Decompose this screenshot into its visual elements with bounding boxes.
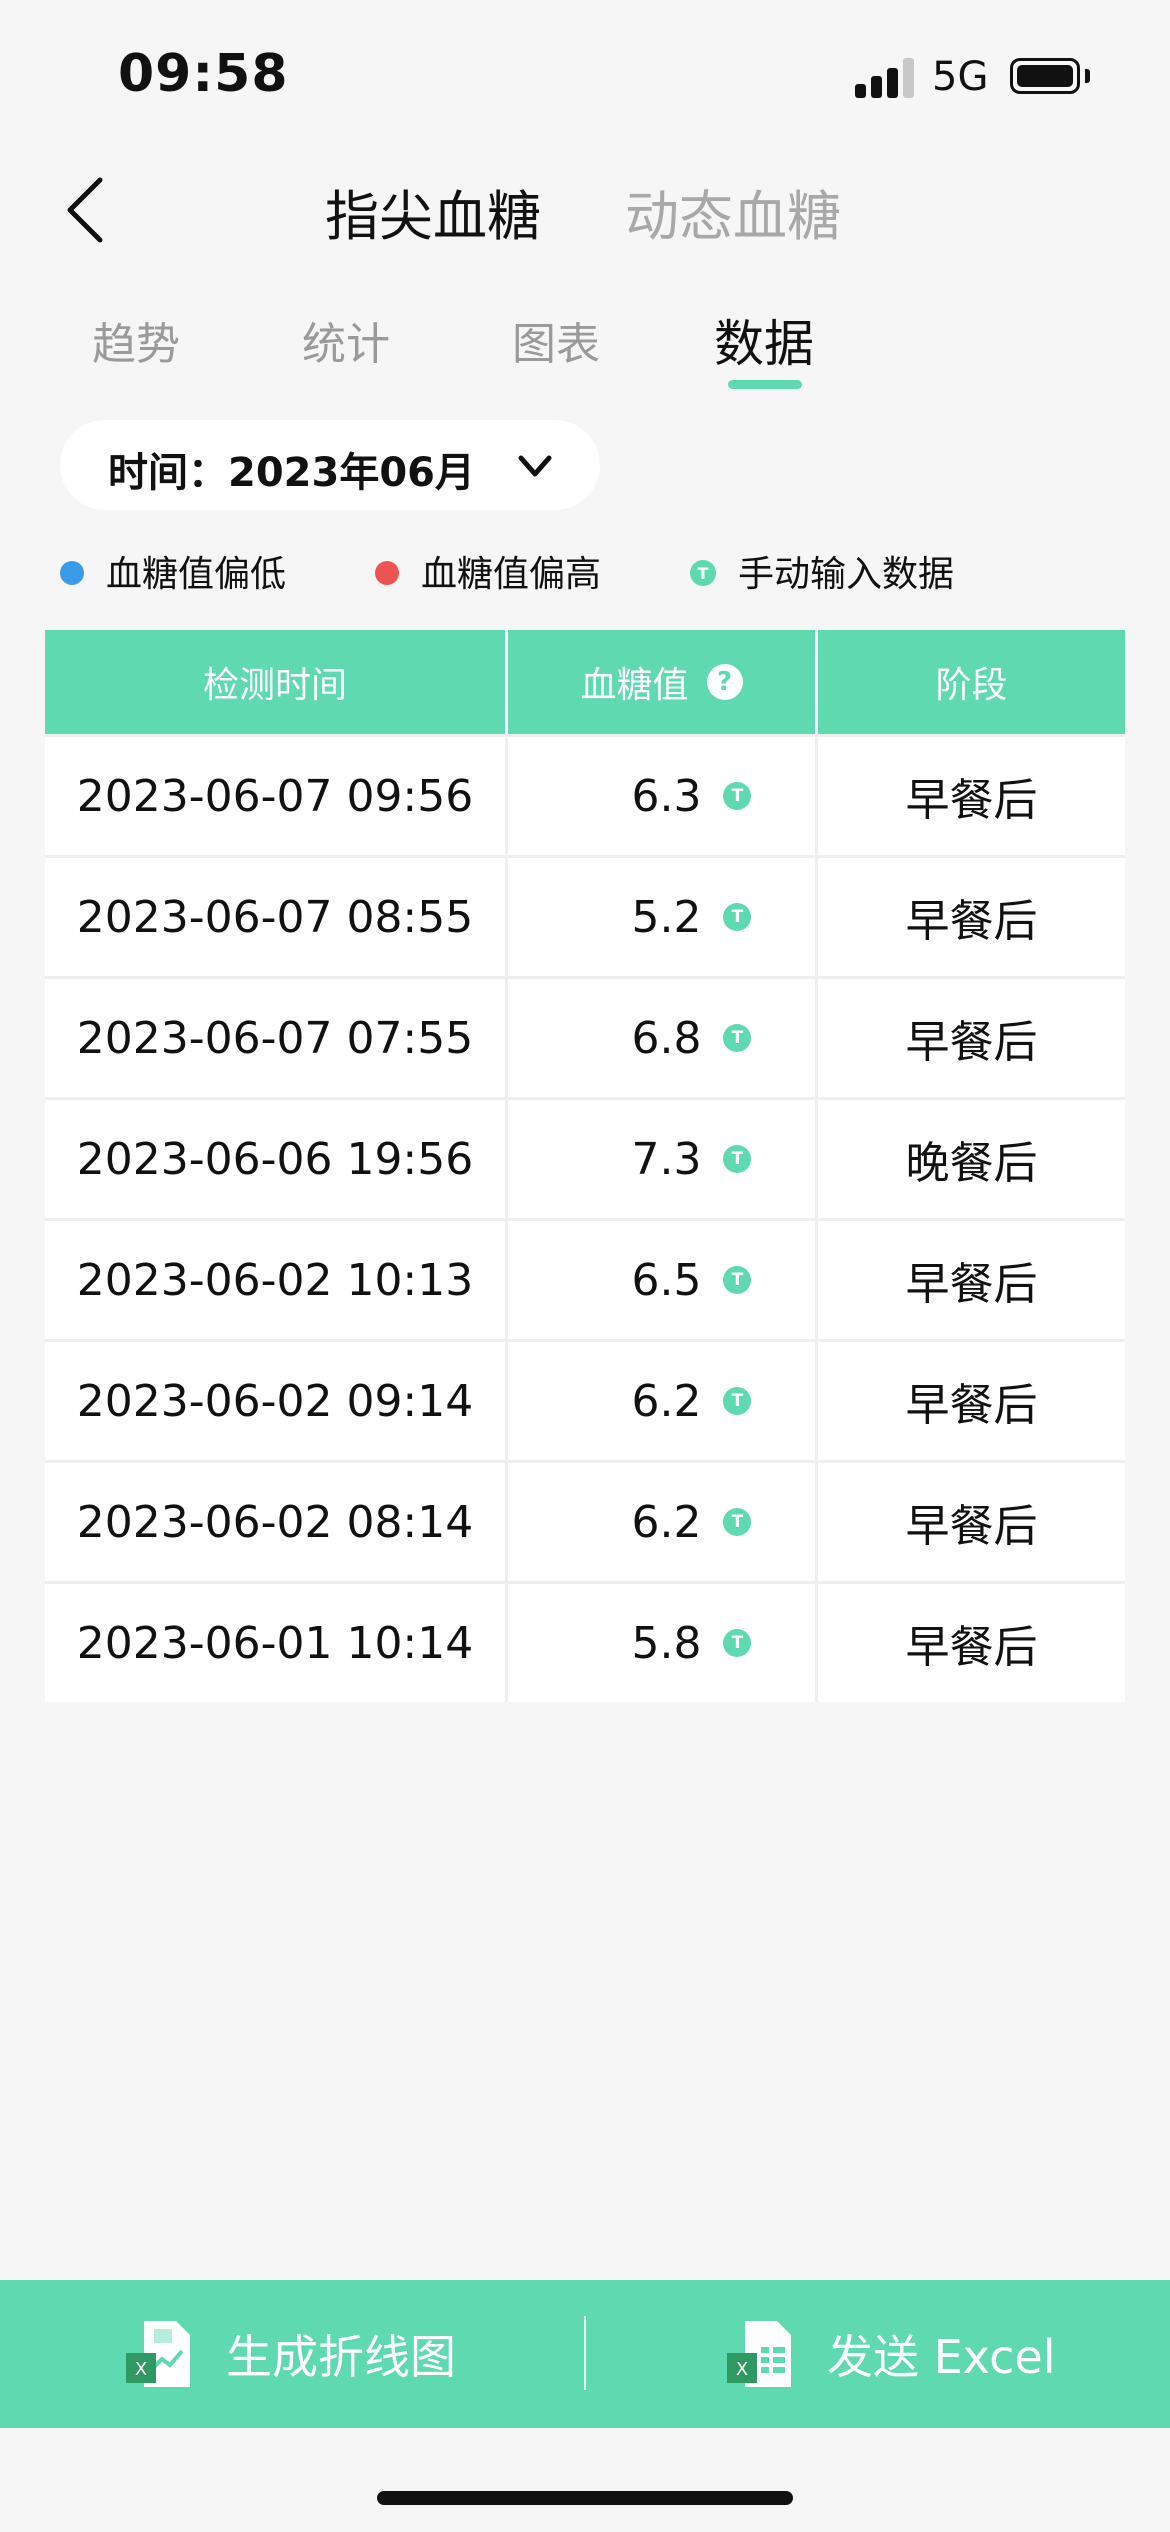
manual-entry-icon: T: [690, 560, 716, 586]
cell-value-number: 6.5: [631, 1254, 702, 1306]
manual-entry-icon: T: [723, 1508, 752, 1536]
svg-text:X: X: [135, 2359, 147, 2380]
header-stage: 阶段: [815, 630, 1125, 734]
excel-chart-file-icon: X: [126, 2321, 190, 2387]
high-dot-icon: [375, 561, 399, 585]
manual-entry-icon: T: [723, 903, 752, 931]
glucose-data-table: 检测时间 血糖值 ? 阶段 2023-06-07 09:56 6.3 T 早餐后 202…: [45, 630, 1125, 1702]
manual-entry-icon: T: [723, 1266, 752, 1294]
cell-time: 2023-06-02 10:13: [76, 1254, 474, 1306]
month-picker[interactable]: 时间：2023年06月: [60, 420, 600, 510]
cell-value-number: 6.8: [631, 1012, 702, 1064]
cell-stage: 早餐后: [815, 979, 1125, 1097]
chevron-left-icon: [67, 177, 103, 243]
table-header: 检测时间 血糖值 ? 阶段: [45, 630, 1125, 734]
cell-stage: 早餐后: [815, 1584, 1125, 1702]
active-tab-indicator: [728, 380, 802, 389]
cell-value-number: 6.3: [631, 770, 702, 822]
table-row[interactable]: 2023-06-01 10:14 5.8 T 早餐后: [45, 1581, 1125, 1702]
manual-entry-icon: T: [723, 782, 752, 810]
legend-high: 血糖值偏高: [375, 545, 601, 597]
cell-value: 6.2 T: [505, 1342, 815, 1460]
action-divider: [584, 2316, 586, 2390]
cell-stage: 早餐后: [815, 1463, 1125, 1581]
table-row[interactable]: 2023-06-07 07:55 6.8 T 早餐后: [45, 976, 1125, 1097]
chevron-down-icon: [518, 455, 552, 477]
cell-time: 2023-06-01 10:14: [76, 1617, 474, 1669]
header-tab-fingertip[interactable]: 指尖血糖: [325, 172, 541, 251]
tab-charts[interactable]: 图表: [512, 308, 600, 372]
send-excel-button[interactable]: X 发送 Excel: [725, 2280, 1055, 2428]
tab-trend[interactable]: 趋势: [92, 308, 180, 372]
legend-low: 血糖值偏低: [60, 545, 286, 597]
cell-time: 2023-06-07 09:56: [76, 770, 474, 822]
manual-entry-icon: T: [723, 1629, 752, 1657]
network-type: 5G: [932, 54, 989, 100]
cell-value-number: 7.3: [631, 1133, 702, 1185]
table-body: 2023-06-07 09:56 6.3 T 早餐后 2023-06-07 08:55 5…: [45, 734, 1125, 1702]
generate-line-chart-button[interactable]: X 生成折线图: [124, 2280, 456, 2428]
cell-value-number: 6.2: [631, 1375, 702, 1427]
cell-value: 6.3 T: [505, 737, 815, 855]
table-row[interactable]: 2023-06-07 08:55 5.2 T 早餐后: [45, 855, 1125, 976]
month-picker-label: 时间：2023年06月: [108, 450, 475, 496]
cell-time: 2023-06-02 08:14: [76, 1496, 474, 1548]
battery-icon: [1010, 58, 1080, 94]
cell-value: 6.8 T: [505, 979, 815, 1097]
excel-sheet-file-icon: X: [727, 2321, 791, 2387]
send-excel-label: 发送 Excel: [827, 2330, 1056, 2384]
cell-stage: 早餐后: [815, 858, 1125, 976]
home-indicator[interactable]: [377, 2491, 793, 2505]
manual-entry-icon: T: [723, 1024, 752, 1052]
cell-stage: 早餐后: [815, 1342, 1125, 1460]
cell-value-number: 6.2: [631, 1496, 702, 1548]
legend-high-label: 血糖值偏高: [421, 554, 602, 595]
legend-manual-label: 手动输入数据: [738, 554, 955, 595]
cell-value: 7.3 T: [505, 1100, 815, 1218]
cell-stage: 早餐后: [815, 737, 1125, 855]
legend-low-label: 血糖值偏低: [106, 554, 287, 595]
cell-value: 6.5 T: [505, 1221, 815, 1339]
table-row[interactable]: 2023-06-02 08:14 6.2 T 早餐后: [45, 1460, 1125, 1581]
cell-time: 2023-06-06 19:56: [76, 1133, 474, 1185]
bottom-action-bar: X 生成折线图 X 发送 Excel: [0, 2280, 1170, 2428]
manual-entry-icon: T: [723, 1145, 752, 1173]
cell-value: 5.2 T: [505, 858, 815, 976]
low-dot-icon: [60, 561, 84, 585]
table-row[interactable]: 2023-06-07 09:56 6.3 T 早餐后: [45, 734, 1125, 855]
header-tab-continuous[interactable]: 动态血糖: [625, 172, 841, 251]
tab-data[interactable]: 数据: [714, 304, 814, 376]
cell-time: 2023-06-02 09:14: [76, 1375, 474, 1427]
cell-time: 2023-06-07 08:55: [76, 891, 474, 943]
table-row[interactable]: 2023-06-06 19:56 7.3 T 晚餐后: [45, 1097, 1125, 1218]
cell-value-number: 5.8: [631, 1617, 702, 1669]
header-value-label: 血糖值: [580, 665, 689, 706]
header-time: 检测时间: [202, 665, 347, 706]
cell-value-number: 5.2: [631, 891, 702, 943]
cell-value: 6.2 T: [505, 1463, 815, 1581]
cell-stage: 晚餐后: [815, 1100, 1125, 1218]
battery-tip: [1085, 69, 1090, 83]
legend-manual: T 手动输入数据: [690, 545, 954, 597]
cellular-signal-icon: [855, 58, 917, 98]
status-time: 09:58: [118, 44, 289, 104]
header-value: 血糖值 ?: [505, 630, 815, 734]
tab-statistics[interactable]: 统计: [302, 308, 390, 372]
generate-line-chart-label: 生成折线图: [226, 2330, 456, 2384]
cell-value: 5.8 T: [505, 1584, 815, 1702]
manual-entry-icon: T: [723, 1387, 752, 1415]
help-icon[interactable]: ?: [706, 664, 743, 700]
cell-stage: 早餐后: [815, 1221, 1125, 1339]
cell-time: 2023-06-07 07:55: [76, 1012, 474, 1064]
back-button[interactable]: [60, 170, 120, 250]
table-row[interactable]: 2023-06-02 10:13 6.5 T 早餐后: [45, 1218, 1125, 1339]
table-row[interactable]: 2023-06-02 09:14 6.2 T 早餐后: [45, 1339, 1125, 1460]
svg-text:X: X: [736, 2359, 748, 2380]
